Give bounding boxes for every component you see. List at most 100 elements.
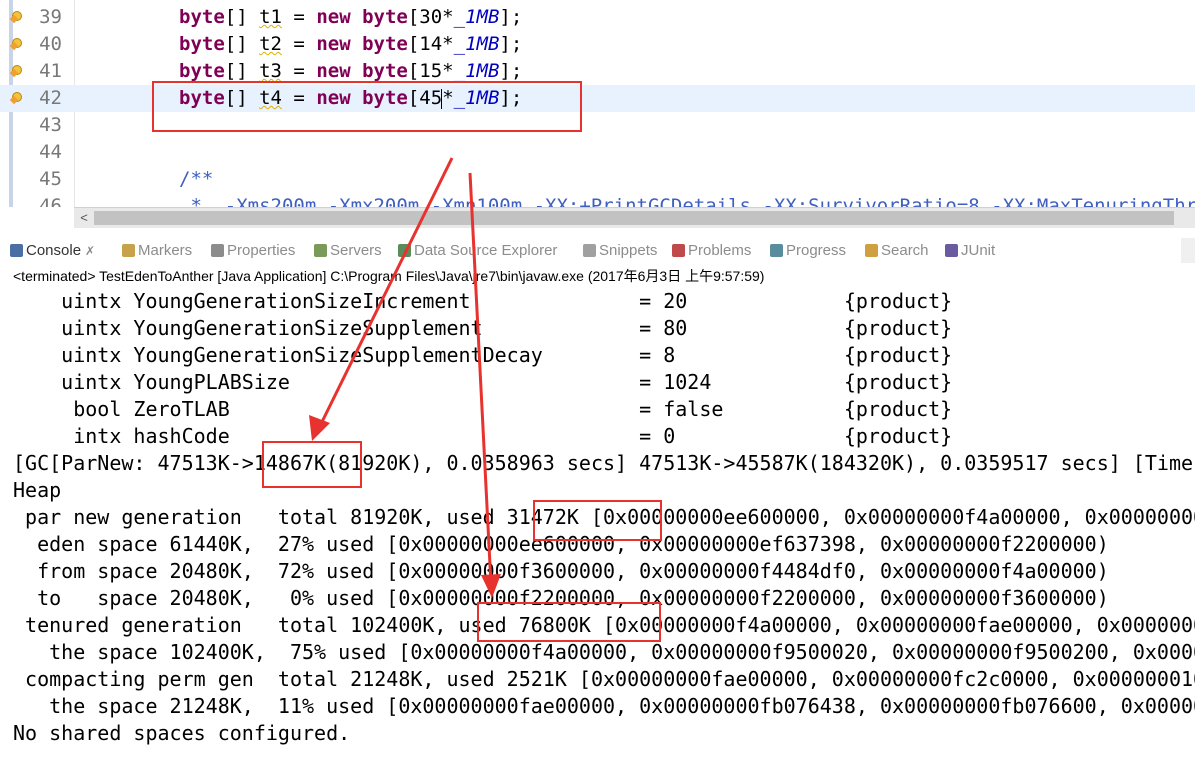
console-line: the space 21248K, 11% used [0x00000000fa… xyxy=(49,694,1195,718)
code-token: [15* xyxy=(407,60,454,82)
console-line: [GC[ParNew: 47513K->14867K(81920K), 0.03… xyxy=(13,451,1195,475)
code-token: byte xyxy=(179,6,225,28)
highlight-box-young-used xyxy=(533,500,662,541)
console-icon xyxy=(10,244,23,257)
code-text: /** xyxy=(179,166,213,193)
code-line-40[interactable]: 40 byte[] t2 = new byte[14*_1MB]; xyxy=(0,31,1195,58)
tab-search[interactable]: Search xyxy=(865,238,929,263)
tabbar-scrollbar[interactable] xyxy=(1181,238,1195,263)
code-token: [] xyxy=(224,33,260,55)
tab-snippets[interactable]: Snippets xyxy=(583,238,657,263)
tab-label: Servers xyxy=(330,242,382,259)
console-line: uintx YoungGenerationSizeSupplementDecay… xyxy=(13,343,953,367)
code-token: t3 xyxy=(259,60,282,82)
code-token: ]; xyxy=(499,33,523,55)
close-icon[interactable]: ✗ xyxy=(85,244,95,258)
code-token: byte xyxy=(362,6,408,28)
tab-label: Search xyxy=(881,242,929,259)
editor-horizontal-scrollbar[interactable]: < xyxy=(74,207,1195,228)
snippets-icon xyxy=(583,244,596,257)
code-token: * -Xms200m -Xmx200m -Xmn100m -XX:+PrintG… xyxy=(179,195,1195,207)
code-token: t1 xyxy=(259,6,282,28)
line-number: 43 xyxy=(39,114,62,136)
console-line: uintx YoungGenerationSizeSupplement = 80… xyxy=(13,316,953,340)
code-token: [] xyxy=(224,60,260,82)
code-token: new xyxy=(316,6,351,28)
code-line-46[interactable]: 46 * -Xms200m -Xmx200m -Xmn100m -XX:+Pri… xyxy=(0,193,1195,207)
code-token: = xyxy=(281,60,317,82)
code-token: ]; xyxy=(499,60,523,82)
code-token: _1MB xyxy=(453,6,500,28)
code-token: new xyxy=(316,60,351,82)
line-number: 42 xyxy=(39,87,62,109)
progress-icon xyxy=(770,244,783,257)
markers-icon xyxy=(122,244,135,257)
code-token: _1MB xyxy=(453,33,500,55)
code-token: byte xyxy=(362,60,408,82)
code-token: new xyxy=(316,33,351,55)
line-number: 39 xyxy=(39,6,62,28)
code-token: byte xyxy=(362,33,408,55)
scroll-left-arrow-icon[interactable]: < xyxy=(74,208,94,228)
warning-icon[interactable] xyxy=(12,11,22,21)
tab-markers[interactable]: Markers xyxy=(122,238,192,263)
tab-label: Console xyxy=(26,242,82,259)
code-line-44[interactable]: 44 xyxy=(0,139,1195,166)
tab-data-source-explorer[interactable]: Data Source Explorer xyxy=(398,238,557,263)
tab-properties[interactable]: Properties xyxy=(211,238,295,263)
data-source-icon xyxy=(398,244,411,257)
console-line: bool ZeroTLAB = false {product} xyxy=(13,397,953,421)
warning-icon[interactable] xyxy=(12,92,22,102)
console-line: uintx YoungGenerationSizeIncrement = 20 … xyxy=(13,289,953,313)
line-number: 40 xyxy=(39,33,62,55)
console-line: compacting perm gen total 21248K, used 2… xyxy=(13,667,1195,691)
highlight-box-parnew-after xyxy=(262,441,362,488)
tab-progress[interactable]: Progress xyxy=(770,238,846,263)
code-token: t2 xyxy=(259,33,282,55)
highlight-box-tenured-used xyxy=(477,602,661,642)
tab-problems[interactable]: Problems xyxy=(672,238,751,263)
code-text: byte[] t1 = new byte[30*_1MB]; xyxy=(179,4,522,31)
warning-icon[interactable] xyxy=(12,65,22,75)
console-line: the space 102400K, 75% used [0x00000000f… xyxy=(49,640,1195,664)
code-text: byte[] t2 = new byte[14*_1MB]; xyxy=(179,31,522,58)
view-tab-bar: Console ✗ Markers Properties Servers Data Sou… xyxy=(0,238,1195,263)
code-token: byte xyxy=(179,33,225,55)
code-line-39[interactable]: 39 byte[] t1 = new byte[30*_1MB]; xyxy=(0,4,1195,31)
code-token: = xyxy=(281,33,317,55)
properties-icon xyxy=(211,244,224,257)
servers-icon xyxy=(314,244,327,257)
console-line: No shared spaces configured. xyxy=(13,721,351,745)
tab-label: Data Source Explorer xyxy=(414,242,558,259)
highlight-box-t4-line xyxy=(152,81,582,132)
console-line: uintx YoungPLABSize = 1024 {product} xyxy=(13,370,953,394)
warning-icon[interactable] xyxy=(12,38,22,48)
search-icon xyxy=(865,244,878,257)
tab-console[interactable]: Console ✗ xyxy=(10,238,96,263)
console-line: Heap xyxy=(13,478,62,502)
code-line-45[interactable]: 45 /** xyxy=(0,166,1195,193)
tab-label: Snippets xyxy=(599,242,658,259)
console-line: from space 20480K, 72% used [0x00000000f… xyxy=(13,559,1109,583)
scrollbar-thumb[interactable] xyxy=(94,211,1174,225)
code-token: [14* xyxy=(407,33,454,55)
tab-servers[interactable]: Servers xyxy=(314,238,382,263)
line-number: 46 xyxy=(39,195,62,207)
line-number: 45 xyxy=(39,168,62,190)
line-number: 44 xyxy=(39,141,62,163)
code-token: byte xyxy=(179,60,225,82)
console-line: intx hashCode = 0 {product} xyxy=(13,424,953,448)
problems-icon xyxy=(672,244,685,257)
code-token: = xyxy=(281,6,317,28)
tab-junit[interactable]: JUnit xyxy=(945,238,995,263)
tab-label: Progress xyxy=(786,242,847,259)
tab-label: Properties xyxy=(227,242,296,259)
code-token: [30* xyxy=(407,6,454,28)
tab-label: Problems xyxy=(688,242,752,259)
line-number: 41 xyxy=(39,60,62,82)
code-token: /** xyxy=(179,168,214,190)
tab-label: Markers xyxy=(138,242,193,259)
